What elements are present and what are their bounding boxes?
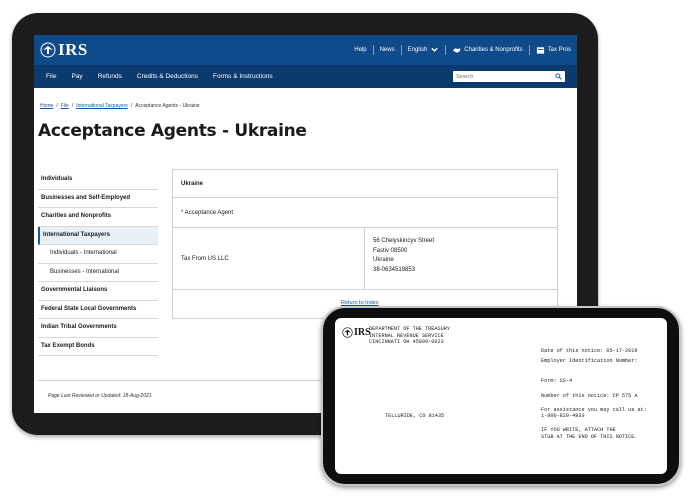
address-street: 56 Chelyskincyv Street: [373, 238, 435, 244]
sidebar-item-individuals[interactable]: Individuals: [38, 171, 158, 190]
nav-pay[interactable]: Pay: [71, 73, 82, 80]
divider: [445, 45, 447, 55]
notice-irs-logo: IRS: [342, 327, 371, 338]
sidebar-item-charities[interactable]: Charities and Nonprofits: [38, 208, 158, 227]
nav-refunds[interactable]: Refunds: [98, 73, 122, 80]
address-city: Fastiv 08500: [373, 247, 408, 254]
agent-name: Tax From US LLC: [173, 228, 365, 289]
notice-phone: 1-800-829-4933: [541, 413, 585, 420]
breadcrumb-sep: /: [71, 103, 74, 109]
breadcrumb-current: Acceptance Agents - Ukraine: [135, 103, 200, 109]
tax-pros-link[interactable]: Tax Pros: [536, 46, 571, 54]
language-label: English: [407, 47, 428, 53]
charities-label: Charities & Nonprofits: [464, 47, 523, 53]
page-title: Acceptance Agents - Ukraine: [38, 121, 307, 141]
address-country: Ukraine: [373, 257, 394, 264]
notice-stub: STUB AT THE END OF THIS NOTICE.: [541, 433, 638, 440]
search-icon[interactable]: [555, 73, 562, 80]
search-input[interactable]: [456, 73, 546, 80]
divider: [372, 45, 374, 55]
news-link[interactable]: News: [380, 47, 395, 53]
sidebar-item-federal-state-local[interactable]: Federal State Local Governments: [38, 301, 158, 319]
breadcrumb-sep: /: [130, 103, 133, 109]
breadcrumb: Home / File / International Taxpayers / …: [40, 103, 200, 109]
address-phone: 38-0634519853: [373, 266, 416, 273]
charities-link[interactable]: Charities & Nonprofits: [452, 46, 523, 54]
agent-address: 56 Chelyskincyv Street Fastiv 08500 Ukra…: [365, 228, 442, 289]
sidebar-item-governmental-liaisons[interactable]: Governmental Liaisons: [38, 282, 158, 301]
notice-details: Date of this notice: 05-17-2019 Employer…: [541, 348, 647, 440]
divider: [528, 45, 530, 55]
eagle-icon: [40, 42, 56, 58]
table-country-header: Ukraine: [173, 170, 557, 198]
notice-department: DEPARTMENT OF THE TREASURY INTERNAL REVE…: [369, 326, 450, 346]
irs-logo-text: IRS: [58, 40, 88, 59]
divider: [400, 45, 402, 55]
briefcase-icon: [536, 47, 544, 54]
notice-date: Date of this notice: 05-17-2019: [541, 348, 638, 354]
help-link[interactable]: Help: [354, 47, 366, 53]
dept-line: DEPARTMENT OF THE TREASURY: [369, 326, 450, 332]
sidebar-item-tax-exempt-bonds[interactable]: Tax Exempt Bonds: [38, 338, 158, 356]
phone-notch: [323, 338, 334, 434]
breadcrumb-file[interactable]: File: [61, 103, 69, 109]
utility-links: Help News English Charities & Nonprofits…: [354, 45, 571, 55]
language-dropdown[interactable]: English: [408, 46, 440, 54]
table-agent-type: * Acceptance Agent: [173, 198, 557, 228]
main-nav: File Pay Refunds Credits & Deductions Fo…: [34, 65, 577, 88]
handshake-icon: [453, 48, 461, 53]
irs-header: IRS Help News English Charities & Nonpro…: [34, 35, 577, 65]
notice-number: Number of this notice: CP 575 A: [541, 392, 638, 399]
phone-screen: IRS DEPARTMENT OF THE TREASURY INTERNAL …: [335, 318, 667, 474]
irs-logo[interactable]: IRS: [40, 40, 88, 60]
nav-credits-deductions[interactable]: Credits & Deductions: [137, 73, 198, 80]
breadcrumb-sep: /: [56, 103, 58, 109]
sidebar-item-businesses-intl[interactable]: Businesses - International: [38, 264, 158, 282]
nav-file[interactable]: File: [46, 73, 56, 80]
breadcrumb-home[interactable]: Home: [40, 103, 53, 109]
sidebar-item-businesses[interactable]: Businesses and Self-Employed: [38, 190, 158, 208]
notice-address: TELLURIDE, CO 81435: [385, 413, 445, 419]
agents-table: Ukraine * Acceptance Agent Tax From US L…: [172, 169, 558, 319]
phone-device: IRS DEPARTMENT OF THE TREASURY INTERNAL …: [321, 306, 681, 486]
notice-ein: Employer Identification Number:: [541, 358, 638, 365]
notice-form: Form: SS-4: [541, 378, 573, 385]
search-box: [453, 71, 565, 82]
eagle-icon: [342, 327, 353, 338]
sidebar: Individuals Businesses and Self-Employed…: [38, 171, 158, 356]
sidebar-item-individuals-intl[interactable]: Individuals - International: [38, 245, 158, 264]
sidebar-item-indian-tribal[interactable]: Indian Tribal Governments: [38, 319, 158, 338]
dept-line: CINCINNATI OH 45999-0023: [369, 339, 444, 345]
sidebar-item-international[interactable]: International Taxpayers: [38, 226, 158, 245]
table-row: Tax From US LLC 56 Chelyskincyv Street F…: [173, 228, 557, 290]
nav-forms-instructions[interactable]: Forms & Instructions: [213, 73, 273, 80]
chevron-down-icon: [431, 47, 439, 52]
breadcrumb-international[interactable]: International Taxpayers: [76, 103, 128, 109]
tax-pros-label: Tax Pros: [547, 47, 571, 53]
